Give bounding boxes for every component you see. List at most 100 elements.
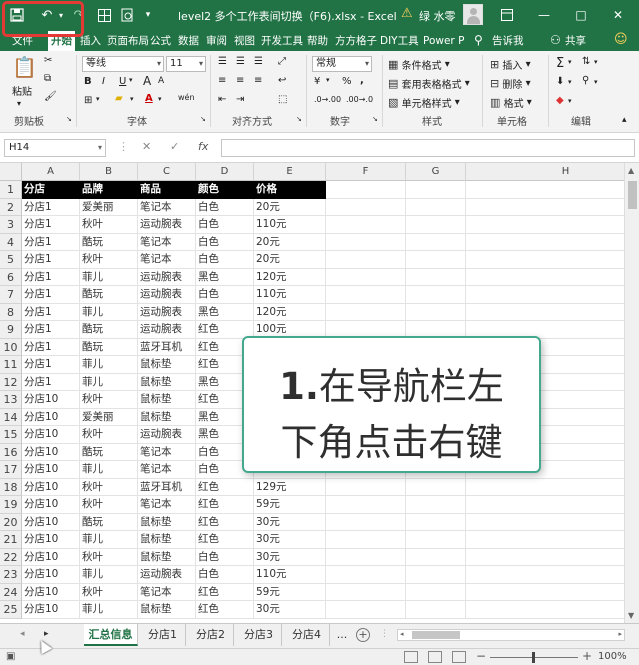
table-cell[interactable]: 分店1 — [22, 356, 80, 374]
row-header[interactable]: 4 — [0, 233, 22, 251]
row-header[interactable]: 12 — [0, 373, 22, 391]
tell-me-search[interactable]: 告诉我 — [492, 33, 524, 50]
table-cell[interactable]: 红色 — [196, 496, 254, 514]
table-cell[interactable]: 20元 — [254, 233, 326, 251]
table-cell[interactable]: 笔记本 — [138, 443, 196, 461]
tab-review[interactable]: 审阅 — [206, 33, 227, 50]
table-cell[interactable]: 分店1 — [22, 303, 80, 321]
table-cell[interactable] — [466, 286, 624, 304]
macro-record-icon[interactable]: ▣ — [6, 651, 15, 662]
sort-dropdown-icon[interactable]: ▾ — [594, 58, 598, 66]
table-cell[interactable]: 分店1 — [22, 373, 80, 391]
table-cell[interactable]: 110元 — [254, 216, 326, 234]
tab-power-pivot[interactable]: Power P — [423, 33, 464, 50]
row-header[interactable]: 6 — [0, 268, 22, 286]
table-cell[interactable]: 30元 — [254, 548, 326, 566]
autosum-dropdown-icon[interactable]: ▾ — [568, 58, 572, 66]
row-header[interactable]: 17 — [0, 461, 22, 479]
row-header[interactable]: 25 — [0, 601, 22, 619]
align-right-icon[interactable]: ≡ — [254, 75, 262, 86]
fill-down-icon[interactable]: ⬇ — [556, 76, 564, 87]
table-cell[interactable] — [406, 233, 466, 251]
table-cell[interactable]: 酷玩 — [80, 513, 138, 531]
table-cell[interactable]: 秋叶 — [80, 478, 138, 496]
scroll-up-icon[interactable]: ▲ — [628, 166, 634, 175]
table-cell[interactable]: 分店1 — [22, 198, 80, 216]
table-cell[interactable] — [326, 198, 406, 216]
table-cell[interactable]: 秋叶 — [80, 391, 138, 409]
table-cell[interactable]: 鼠标垫 — [138, 373, 196, 391]
table-cell[interactable] — [466, 584, 624, 601]
table-cell[interactable]: 菲儿 — [80, 461, 138, 479]
zoom-level[interactable]: 100% — [598, 651, 627, 662]
table-cell[interactable]: 菲儿 — [80, 303, 138, 321]
tab-view[interactable]: 视图 — [234, 33, 255, 50]
table-cell[interactable]: 白色 — [196, 216, 254, 234]
table-cell[interactable] — [326, 583, 406, 601]
table-cell[interactable]: 运动腕表 — [138, 286, 196, 304]
decrease-indent-icon[interactable]: ⇤ — [218, 94, 226, 105]
table-cell[interactable]: 分店10 — [22, 408, 80, 426]
tab-sheet-branch4[interactable]: 分店4 — [284, 624, 330, 646]
table-cell[interactable] — [326, 531, 406, 549]
table-cell[interactable] — [326, 496, 406, 514]
cell-styles-button[interactable]: ▧ 单元格样式 ▾ — [388, 95, 460, 110]
table-cell[interactable]: 分店1 — [22, 338, 80, 356]
minimize-button[interactable]: — — [533, 6, 555, 24]
row-header[interactable]: 9 — [0, 321, 22, 339]
align-center-icon[interactable]: ≡ — [236, 75, 244, 86]
cancel-formula-button[interactable]: ✕ — [142, 140, 151, 153]
row-header[interactable]: 19 — [0, 496, 22, 514]
zoom-slider-knob[interactable] — [532, 652, 535, 663]
table-cell[interactable]: 分店1 — [22, 321, 80, 339]
page-break-view-icon[interactable] — [452, 651, 466, 663]
tab-fangfang[interactable]: 方方格子 — [335, 33, 377, 50]
table-cell[interactable] — [466, 514, 624, 531]
row-header[interactable]: 8 — [0, 303, 22, 321]
table-cell[interactable]: 30元 — [254, 531, 326, 549]
table-cell[interactable] — [466, 251, 624, 269]
table-cell[interactable]: 菲儿 — [80, 268, 138, 286]
alignment-launcher-icon[interactable]: ↘ — [296, 115, 302, 123]
restore-ribbon-icon[interactable] — [496, 6, 518, 24]
format-cells-button[interactable]: ▥ 格式 ▾ — [490, 95, 532, 110]
phonetic-icon[interactable]: wén — [178, 93, 195, 102]
table-cell[interactable]: 酷玩 — [80, 321, 138, 339]
tab-developer[interactable]: 开发工具 — [261, 33, 303, 50]
table-cell[interactable] — [326, 268, 406, 286]
table-cell[interactable]: 笔记本 — [138, 583, 196, 601]
table-cell[interactable]: 红色 — [196, 531, 254, 549]
table-cell[interactable]: 笔记本 — [138, 461, 196, 479]
table-cell[interactable]: 分店10 — [22, 478, 80, 496]
share-button[interactable]: 共享 — [565, 33, 586, 50]
confirm-formula-button[interactable]: ✓ — [170, 140, 179, 153]
sheet-prev-icon[interactable]: ◂ — [20, 629, 25, 639]
font-launcher-icon[interactable]: ↘ — [200, 115, 206, 123]
table-cell[interactable]: 分店10 — [22, 583, 80, 601]
close-button[interactable]: ✕ — [607, 6, 629, 24]
tab-sheet-branch1[interactable]: 分店1 — [140, 624, 186, 646]
underline-button[interactable]: U — [119, 76, 126, 87]
table-cell[interactable]: 分店10 — [22, 531, 80, 549]
find-select-icon[interactable]: ⚲ — [582, 75, 589, 86]
row-header[interactable]: 22 — [0, 548, 22, 566]
table-cell[interactable]: 30元 — [254, 513, 326, 531]
table-cell[interactable]: 110元 — [254, 566, 326, 584]
merge-center-icon[interactable]: ⬚ — [278, 94, 287, 105]
table-cell[interactable]: 红色 — [196, 513, 254, 531]
table-cell[interactable]: 蓝牙耳机 — [138, 338, 196, 356]
table-cell[interactable] — [406, 216, 466, 234]
row-header[interactable]: 5 — [0, 251, 22, 269]
border-icon[interactable]: ⊞ — [84, 95, 92, 106]
more-sheets-button[interactable]: ... — [332, 624, 352, 646]
horizontal-scrollbar[interactable]: ◂ ▸ — [397, 629, 625, 641]
conditional-format-button[interactable]: ▦ 条件格式 ▾ — [388, 57, 450, 72]
table-cell[interactable]: 分店1 — [22, 286, 80, 304]
row-header[interactable]: 1 — [0, 181, 22, 199]
table-cell[interactable]: 鼠标垫 — [138, 531, 196, 549]
table-cell[interactable]: 菲儿 — [80, 356, 138, 374]
table-cell[interactable]: 白色 — [196, 286, 254, 304]
table-cell[interactable]: 分店10 — [22, 548, 80, 566]
delete-cells-button[interactable]: ⊟ 删除 ▾ — [490, 76, 531, 91]
tab-formulas[interactable]: 公式 — [150, 33, 171, 50]
